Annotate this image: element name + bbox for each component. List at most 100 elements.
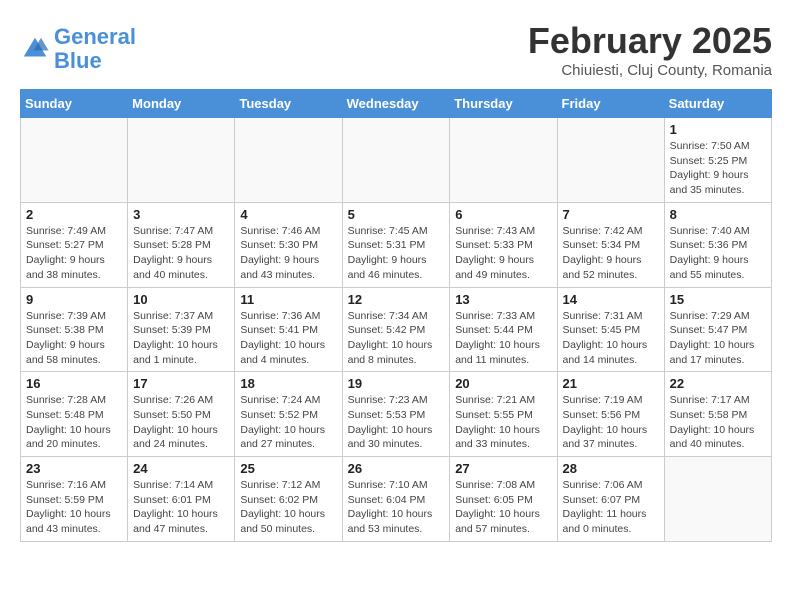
title-block: February 2025 Chiuiesti, Cluj County, Ro… [528, 20, 772, 79]
calendar-cell: 28 Sunrise: 7:06 AM Sunset: 6:07 PM Dayli… [557, 457, 664, 542]
calendar-cell: 7 Sunrise: 7:42 AM Sunset: 5:34 PM Daylig… [557, 202, 664, 287]
calendar-cell: 3 Sunrise: 7:47 AM Sunset: 5:28 PM Daylig… [128, 202, 235, 287]
calendar-cell: 2Sunrise: 7:49 AM Sunset: 5:27 PM Daylig… [21, 202, 128, 287]
day-info: Sunrise: 7:26 AM Sunset: 5:50 PM Dayligh… [133, 393, 229, 452]
day-number: 23 [26, 461, 122, 476]
logo: General Blue [20, 25, 136, 73]
logo-text: General Blue [54, 25, 136, 73]
calendar-cell: 12Sunrise: 7:34 AM Sunset: 5:42 PM Dayli… [342, 287, 450, 372]
calendar-cell: 27 Sunrise: 7:08 AM Sunset: 6:05 PM Dayli… [450, 457, 557, 542]
day-info: Sunrise: 7:29 AM Sunset: 5:47 PM Dayligh… [670, 309, 766, 368]
day-number: 26 [348, 461, 445, 476]
day-number: 20 [455, 376, 551, 391]
day-number: 15 [670, 292, 766, 307]
calendar-cell: 1Sunrise: 7:50 AM Sunset: 5:25 PM Daylig… [664, 118, 771, 203]
day-number: 10 [133, 292, 229, 307]
calendar-cell: 25 Sunrise: 7:12 AM Sunset: 6:02 PM Dayli… [235, 457, 342, 542]
calendar-cell: 4Sunrise: 7:46 AM Sunset: 5:30 PM Daylig… [235, 202, 342, 287]
weekday-header-monday: Monday [128, 90, 235, 118]
day-number: 12 [348, 292, 445, 307]
day-number: 25 [240, 461, 336, 476]
day-number: 22 [670, 376, 766, 391]
calendar-cell [21, 118, 128, 203]
calendar-cell: 24 Sunrise: 7:14 AM Sunset: 6:01 PM Dayli… [128, 457, 235, 542]
day-info: Sunrise: 7:39 AM Sunset: 5:38 PM Dayligh… [26, 309, 122, 368]
calendar-cell: 17 Sunrise: 7:26 AM Sunset: 5:50 PM Dayli… [128, 372, 235, 457]
day-info: Sunrise: 7:33 AM Sunset: 5:44 PM Dayligh… [455, 309, 551, 368]
day-info: Sunrise: 7:45 AM Sunset: 5:31 PM Dayligh… [348, 224, 445, 283]
day-info: Sunrise: 7:16 AM Sunset: 5:59 PM Dayligh… [26, 478, 122, 537]
weekday-header-tuesday: Tuesday [235, 90, 342, 118]
week-row-4: 16 Sunrise: 7:28 AM Sunset: 5:48 PM Dayli… [21, 372, 772, 457]
calendar-cell: 11 Sunrise: 7:36 AM Sunset: 5:41 PM Dayli… [235, 287, 342, 372]
page-header: General Blue February 2025 Chiuiesti, Cl… [20, 20, 772, 79]
week-row-1: 1Sunrise: 7:50 AM Sunset: 5:25 PM Daylig… [21, 118, 772, 203]
day-number: 3 [133, 207, 229, 222]
weekday-header-wednesday: Wednesday [342, 90, 450, 118]
day-info: Sunrise: 7:42 AM Sunset: 5:34 PM Dayligh… [563, 224, 659, 283]
calendar-cell: 8 Sunrise: 7:40 AM Sunset: 5:36 PM Daylig… [664, 202, 771, 287]
calendar-cell: 21 Sunrise: 7:19 AM Sunset: 5:56 PM Dayli… [557, 372, 664, 457]
weekday-header-friday: Friday [557, 90, 664, 118]
calendar-cell [450, 118, 557, 203]
calendar-cell: 5 Sunrise: 7:45 AM Sunset: 5:31 PM Daylig… [342, 202, 450, 287]
day-number: 17 [133, 376, 229, 391]
day-number: 16 [26, 376, 122, 391]
day-number: 7 [563, 207, 659, 222]
calendar-cell [342, 118, 450, 203]
week-row-5: 23 Sunrise: 7:16 AM Sunset: 5:59 PM Dayli… [21, 457, 772, 542]
weekday-header-thursday: Thursday [450, 90, 557, 118]
day-number: 27 [455, 461, 551, 476]
day-number: 13 [455, 292, 551, 307]
week-row-3: 9 Sunrise: 7:39 AM Sunset: 5:38 PM Daylig… [21, 287, 772, 372]
weekday-header-row: SundayMondayTuesdayWednesdayThursdayFrid… [21, 90, 772, 118]
day-info: Sunrise: 7:24 AM Sunset: 5:52 PM Dayligh… [240, 393, 336, 452]
calendar-cell: 15 Sunrise: 7:29 AM Sunset: 5:47 PM Dayli… [664, 287, 771, 372]
day-number: 8 [670, 207, 766, 222]
day-info: Sunrise: 7:49 AM Sunset: 5:27 PM Dayligh… [26, 224, 122, 283]
calendar-cell [128, 118, 235, 203]
day-info: Sunrise: 7:36 AM Sunset: 5:41 PM Dayligh… [240, 309, 336, 368]
calendar-cell: 19 Sunrise: 7:23 AM Sunset: 5:53 PM Dayli… [342, 372, 450, 457]
day-info: Sunrise: 7:43 AM Sunset: 5:33 PM Dayligh… [455, 224, 551, 283]
logo-line1: General [54, 24, 136, 49]
weekday-header-sunday: Sunday [21, 90, 128, 118]
calendar-cell: 20 Sunrise: 7:21 AM Sunset: 5:55 PM Dayli… [450, 372, 557, 457]
day-number: 6 [455, 207, 551, 222]
day-number: 9 [26, 292, 122, 307]
calendar-cell: 22Sunrise: 7:17 AM Sunset: 5:58 PM Dayli… [664, 372, 771, 457]
logo-icon [20, 34, 50, 64]
logo-line2: Blue [54, 48, 102, 73]
day-info: Sunrise: 7:40 AM Sunset: 5:36 PM Dayligh… [670, 224, 766, 283]
day-info: Sunrise: 7:08 AM Sunset: 6:05 PM Dayligh… [455, 478, 551, 537]
day-number: 21 [563, 376, 659, 391]
week-row-2: 2Sunrise: 7:49 AM Sunset: 5:27 PM Daylig… [21, 202, 772, 287]
calendar-cell: 9 Sunrise: 7:39 AM Sunset: 5:38 PM Daylig… [21, 287, 128, 372]
day-info: Sunrise: 7:28 AM Sunset: 5:48 PM Dayligh… [26, 393, 122, 452]
day-info: Sunrise: 7:19 AM Sunset: 5:56 PM Dayligh… [563, 393, 659, 452]
day-info: Sunrise: 7:37 AM Sunset: 5:39 PM Dayligh… [133, 309, 229, 368]
day-number: 28 [563, 461, 659, 476]
day-info: Sunrise: 7:12 AM Sunset: 6:02 PM Dayligh… [240, 478, 336, 537]
day-info: Sunrise: 7:23 AM Sunset: 5:53 PM Dayligh… [348, 393, 445, 452]
day-number: 5 [348, 207, 445, 222]
calendar-cell: 23 Sunrise: 7:16 AM Sunset: 5:59 PM Dayli… [21, 457, 128, 542]
day-number: 24 [133, 461, 229, 476]
day-info: Sunrise: 7:50 AM Sunset: 5:25 PM Dayligh… [670, 139, 766, 198]
calendar-cell: 14Sunrise: 7:31 AM Sunset: 5:45 PM Dayli… [557, 287, 664, 372]
day-number: 19 [348, 376, 445, 391]
day-info: Sunrise: 7:21 AM Sunset: 5:55 PM Dayligh… [455, 393, 551, 452]
day-number: 11 [240, 292, 336, 307]
day-info: Sunrise: 7:06 AM Sunset: 6:07 PM Dayligh… [563, 478, 659, 537]
day-info: Sunrise: 7:47 AM Sunset: 5:28 PM Dayligh… [133, 224, 229, 283]
calendar-cell: 13 Sunrise: 7:33 AM Sunset: 5:44 PM Dayli… [450, 287, 557, 372]
calendar-cell [235, 118, 342, 203]
day-info: Sunrise: 7:10 AM Sunset: 6:04 PM Dayligh… [348, 478, 445, 537]
day-info: Sunrise: 7:14 AM Sunset: 6:01 PM Dayligh… [133, 478, 229, 537]
calendar-cell: 18Sunrise: 7:24 AM Sunset: 5:52 PM Dayli… [235, 372, 342, 457]
calendar-cell: 16 Sunrise: 7:28 AM Sunset: 5:48 PM Dayli… [21, 372, 128, 457]
month-title: February 2025 [528, 20, 772, 62]
calendar-cell [557, 118, 664, 203]
day-number: 4 [240, 207, 336, 222]
day-info: Sunrise: 7:31 AM Sunset: 5:45 PM Dayligh… [563, 309, 659, 368]
